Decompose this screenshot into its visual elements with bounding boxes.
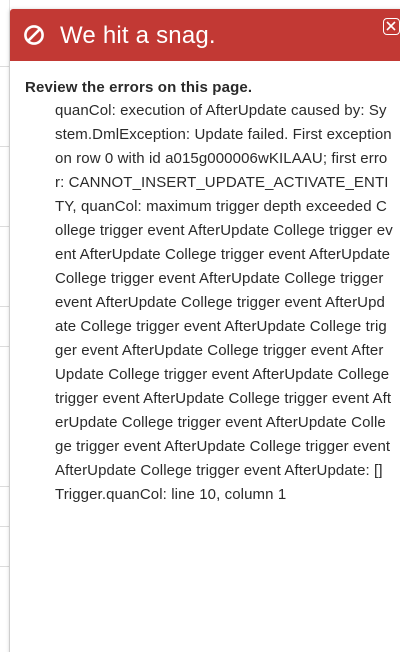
background-divider xyxy=(0,346,9,347)
screen: We hit a snag. Review the errors on this… xyxy=(0,0,400,652)
error-header: We hit a snag. xyxy=(10,9,400,61)
error-list: quanCol: execution of AfterUpdate caused… xyxy=(25,99,400,507)
close-button[interactable] xyxy=(383,18,400,35)
background-divider xyxy=(0,146,9,147)
error-title: We hit a snag. xyxy=(60,21,216,49)
background-divider xyxy=(0,486,9,487)
background-page-edge xyxy=(0,0,10,652)
background-divider xyxy=(0,526,9,527)
error-message: quanCol: execution of AfterUpdate caused… xyxy=(55,102,393,503)
error-body: Review the errors on this page. quanCol:… xyxy=(10,61,400,507)
background-divider xyxy=(0,566,9,567)
background-divider xyxy=(0,66,9,67)
error-popover: We hit a snag. Review the errors on this… xyxy=(10,9,400,652)
error-heading: Review the errors on this page. xyxy=(25,79,253,96)
ban-icon xyxy=(23,24,45,46)
background-divider xyxy=(0,306,9,307)
background-divider xyxy=(0,226,9,227)
